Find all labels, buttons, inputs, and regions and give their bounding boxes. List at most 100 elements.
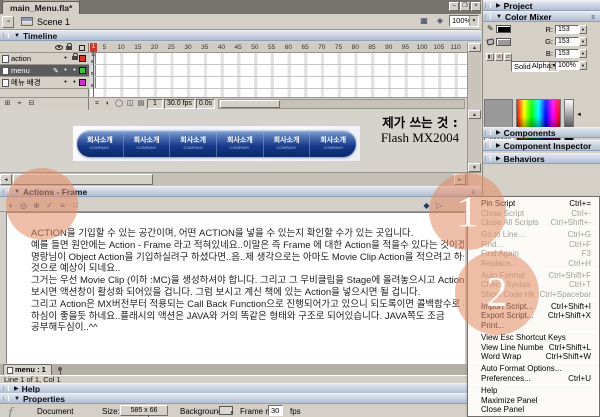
fill-color-swatch[interactable] [496,38,511,46]
add-script-item-button[interactable]: + [5,200,16,211]
behaviors-panel-header[interactable]: ▶ Behaviors [483,153,600,164]
navbar-object[interactable]: 회사소개COMPANY회사소개COMPANY회사소개COMPANY회사소개COM… [77,130,356,157]
menu-item[interactable]: Auto Format Options... [468,364,599,373]
component-inspector-panel-header[interactable]: ▶ Component Inspector [483,140,600,151]
green-input[interactable]: 153 [555,37,579,46]
frames-grid[interactable]: a [90,53,467,97]
menu-item[interactable]: View Esc Shortcut Keys [468,333,599,342]
nav-button[interactable]: 회사소개COMPANY [170,130,217,157]
timeline-layer-row[interactable]: 메뉴 배경•• [0,77,89,89]
timeline-horizontal-scrollbar[interactable] [218,99,465,109]
edit-scene-button[interactable]: ▦ [417,15,431,27]
restore-button[interactable]: ❐ [460,2,470,11]
menu-item[interactable]: View Line NumbersCtrl+Shift+L [468,342,599,351]
timeline-ruler[interactable]: 1 51015202530354045505560657075808590951… [90,43,467,53]
scroll-right-icon[interactable]: ► [454,174,466,185]
stroke-color-control[interactable]: ✎ [487,24,511,33]
layer-visibility-dot[interactable]: • [61,78,70,88]
frame-rate-indicator[interactable]: 30.0 fps [164,99,195,109]
color-mixer-panel-header[interactable]: ▼ Color Mixer ≡ [483,11,600,22]
components-panel-header[interactable]: ▶ Components [483,127,600,138]
menu-item[interactable]: Pin ScriptCtrl+= [468,199,599,208]
layer-outline-color[interactable] [79,55,86,62]
spinner-icon[interactable]: ▼ [579,61,587,70]
layer-outline-color[interactable] [79,67,86,74]
chevron-down-icon[interactable]: ▼ [469,16,478,26]
show-hide-layers-icon[interactable] [55,45,63,50]
properties-panel-header[interactable]: ▼ Properties [0,393,481,404]
close-button[interactable]: × [471,2,481,11]
center-frame-button[interactable]: ⌗ [92,99,102,109]
layer-lock-cell[interactable]: • [70,78,79,88]
menu-item[interactable]: Preferences...Ctrl+U [468,374,599,383]
script-tab[interactable]: menu : 1 [3,364,52,375]
stage-canvas[interactable]: 회사소개COMPANY회사소개COMPANY회사소개COMPANY회사소개COM… [0,110,467,172]
timeline-layer-row[interactable]: menu✎•• [0,65,89,77]
layer-visibility-dot[interactable]: • [61,54,70,64]
layer-outline-color[interactable] [79,79,86,86]
menu-item[interactable]: Close Panel [468,405,599,414]
nav-button[interactable]: 회사소개COMPANY [77,130,124,157]
auto-format-button[interactable]: ≡ [57,200,68,211]
edit-multiple-frames-button[interactable]: ◫ [125,99,135,109]
menu-item[interactable]: Help [468,386,599,395]
layer-visibility-dot[interactable]: • [61,66,70,76]
lock-layers-icon[interactable] [66,46,72,50]
menu-item[interactable]: Word WrapCtrl+Shift+W [468,352,599,361]
timeline-frames-row[interactable]: a [90,53,467,65]
scroll-up-icon[interactable]: ▲ [468,110,481,119]
menu-item[interactable]: Maximize Panel [468,395,599,404]
menu-item[interactable]: Print... [468,321,599,330]
reference-button[interactable]: ◆ [421,200,432,211]
nav-button[interactable]: 회사소개COMPANY [124,130,171,157]
nav-button[interactable]: 회사소개COMPANY [310,130,356,157]
zoom-combobox[interactable]: 100% ▼ [449,15,479,27]
timeline-layer-row[interactable]: action• [0,53,89,65]
menu-item[interactable]: Export Script...Ctrl+Shift+X [468,311,599,320]
background-color-swatch[interactable] [219,406,233,415]
pin-script-icon[interactable] [54,365,66,375]
scrollbar-thumb[interactable] [13,174,153,185]
modify-onion-markers-button[interactable]: ▤ [136,99,146,109]
default-colors-icon[interactable]: ◧ [486,53,494,61]
document-size-button[interactable]: 585 x 66 pixels [120,405,168,416]
check-syntax-button[interactable]: ✓ [44,200,55,211]
document-tab[interactable]: main_Menu.fla* [2,1,80,14]
debug-options-button[interactable]: ▷ [434,200,445,211]
edit-symbols-button[interactable]: ◈ [433,15,447,27]
scroll-up-icon[interactable]: ▲ [468,43,481,52]
find-button[interactable]: ◎ [18,200,29,211]
swap-colors-icon[interactable]: ⇄ [504,53,512,61]
panel-options-menu-icon[interactable]: ≡ [588,14,598,22]
menu-item[interactable]: Import Script...Ctrl+Shift+I [468,302,599,311]
show-code-hint-button[interactable]: ∷ [70,200,81,211]
no-color-icon[interactable]: ⊘ [495,53,503,61]
project-panel-header[interactable]: ▶ Project [483,0,600,11]
stroke-color-swatch[interactable] [496,25,511,33]
back-button[interactable]: ◂ [2,16,14,28]
insert-layer-button[interactable]: ⊞ [2,99,13,109]
slider-marker-icon[interactable]: ◄ [576,112,582,118]
layer-lock-cell[interactable] [70,54,79,64]
add-motion-guide-button[interactable]: ⌖ [14,99,25,109]
nav-button[interactable]: 회사소개COMPANY [264,130,311,157]
red-input[interactable]: 153 [555,25,579,34]
nav-button[interactable]: 회사소개COMPANY [217,130,264,157]
spinner-icon[interactable]: ▼ [579,37,587,46]
layer-lock-cell[interactable]: • [70,66,79,76]
blue-input[interactable]: 153 [555,49,579,58]
spinner-icon[interactable]: ▼ [579,25,587,34]
insert-layer-folder-button[interactable]: ⊟ [26,99,37,109]
timeline-frames-row[interactable] [90,77,467,89]
scroll-down-icon[interactable]: ▼ [468,163,481,172]
stage-horizontal-scrollbar[interactable]: ◄ ► [0,172,467,186]
timeline-frames-row[interactable] [90,65,467,77]
timeline-panel-header[interactable]: ▼ Timeline [0,30,481,41]
stage-vertical-scrollbar[interactable]: ▲ ▼ [467,110,481,172]
onion-skin-outlines-button[interactable]: ◯ [114,99,124,109]
insert-target-path-button[interactable]: ⊕ [31,200,42,211]
outline-layers-icon[interactable] [79,45,85,51]
script-editor[interactable]: ACTION을 기입할 수 있는 공간이며, 어떤 ACTION을 넣을 수 있… [6,212,465,364]
fill-color-control[interactable] [487,38,511,46]
minimize-button[interactable]: – [449,2,459,11]
